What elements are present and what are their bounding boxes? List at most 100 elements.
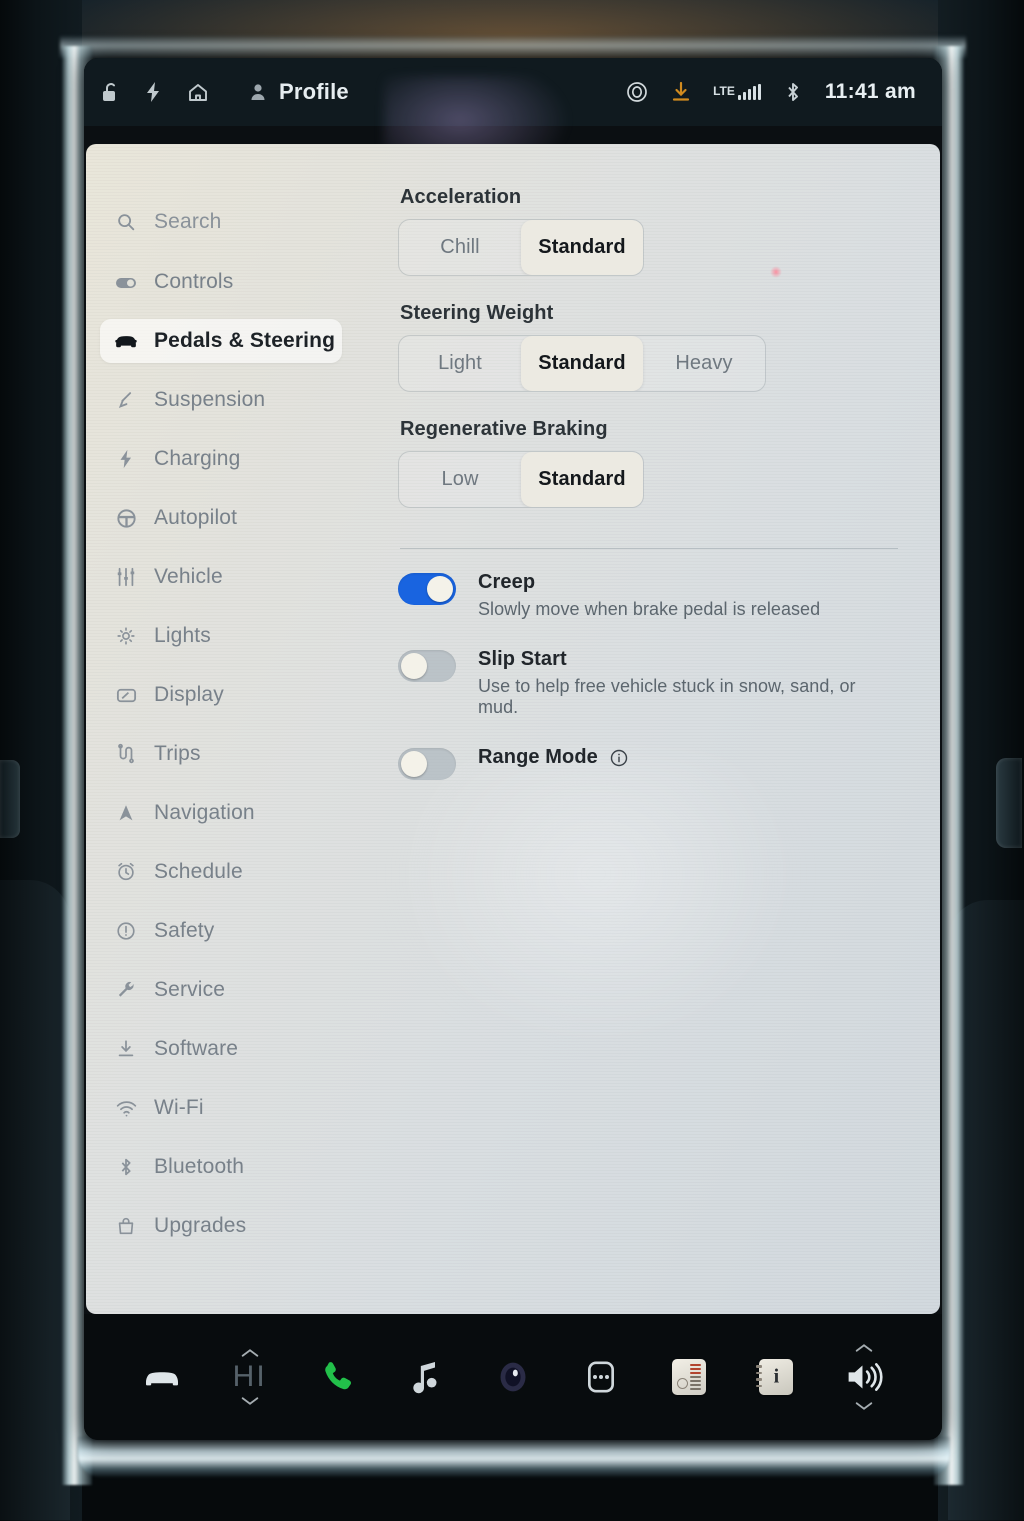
sidebar-label-charging: Charging	[154, 447, 241, 470]
lock-open-icon[interactable]	[98, 80, 122, 104]
status-bar: Profile LTE 11:41 am	[84, 58, 942, 186]
info-card-icon: i	[756, 1359, 794, 1395]
door-button-left	[0, 760, 20, 838]
bluetooth-icon[interactable]	[781, 80, 805, 104]
taskbar-phone-button[interactable]	[294, 1357, 382, 1397]
sidebar-item-display[interactable]: Display	[100, 673, 342, 717]
profile-button[interactable]: Profile	[246, 79, 349, 105]
steering-weight-option-heavy[interactable]: Heavy	[643, 336, 765, 391]
regenerative-braking-option-low[interactable]: Low	[399, 452, 521, 507]
sidebar-label-trips: Trips	[154, 742, 201, 765]
wifi-icon	[114, 1096, 138, 1120]
phone-icon	[325, 1362, 352, 1390]
section-divider	[400, 548, 898, 549]
range-mode-title: Range Mode	[478, 746, 598, 768]
sidebar-item-autopilot[interactable]: Autopilot	[100, 496, 342, 540]
sidebar-item-lights[interactable]: Lights	[100, 614, 342, 658]
driver-temperature-label: HI	[232, 1360, 267, 1393]
exclamation-circle-icon	[114, 919, 138, 943]
range-mode-toggle[interactable]	[398, 748, 456, 780]
download-arrow-icon[interactable]	[669, 80, 693, 104]
regenerative-braking-segmented-control[interactable]: Low Standard	[398, 451, 644, 508]
slip-start-subtitle: Use to help free vehicle stuck in snow, …	[478, 676, 856, 717]
sidebar-item-service[interactable]: Service	[100, 968, 342, 1012]
group-label-acceleration: Acceleration	[400, 186, 522, 208]
steering-weight-option-light[interactable]: Light	[399, 336, 521, 391]
chevron-up-icon[interactable]	[239, 1347, 261, 1359]
steering-wheel-icon	[114, 506, 138, 530]
acceleration-option-chill[interactable]: Chill	[399, 220, 521, 275]
sidebar-label-schedule: Schedule	[154, 860, 243, 883]
sidebar-item-search[interactable]: Search	[100, 200, 342, 244]
alarm-clock-icon	[114, 860, 138, 884]
sidebar-item-wifi[interactable]: Wi-Fi	[100, 1086, 342, 1130]
tesla-touchscreen: Profile LTE 11:41 am Search Controls Ped…	[84, 58, 942, 1440]
regenerative-braking-option-standard[interactable]: Standard	[521, 452, 643, 507]
sidebar-label-search: Search	[154, 210, 222, 233]
taskbar-car-button[interactable]	[118, 1357, 206, 1397]
sidebar-item-upgrades[interactable]: Upgrades	[100, 1204, 342, 1248]
sidebar-item-software[interactable]: Software	[100, 1027, 342, 1071]
sidebar-label-service: Service	[154, 978, 226, 1001]
sliders-icon	[114, 565, 138, 589]
seat-left	[0, 880, 70, 1520]
door-button-right	[996, 758, 1022, 848]
settings-panel: Search Controls Pedals & Steering Suspen…	[86, 144, 940, 1314]
sidebar-label-bluetooth: Bluetooth	[154, 1155, 245, 1178]
creep-toggle[interactable]	[398, 573, 456, 605]
taskbar-apps-button[interactable]	[557, 1357, 645, 1397]
settings-content: Acceleration Chill Standard Steering Wei…	[356, 144, 940, 1314]
sidebar-label-software: Software	[154, 1037, 239, 1060]
acceleration-option-standard[interactable]: Standard	[521, 220, 643, 275]
acceleration-segmented-control[interactable]: Chill Standard	[398, 219, 644, 276]
chevron-down-icon[interactable]	[853, 1400, 875, 1412]
signal-bars	[737, 84, 761, 100]
slip-start-title: Slip Start	[478, 648, 567, 670]
chevron-up-icon[interactable]	[853, 1342, 875, 1354]
sidebar-item-navigation[interactable]: Navigation	[100, 791, 342, 835]
route-icon	[114, 742, 138, 766]
steering-weight-option-standard[interactable]: Standard	[521, 336, 643, 391]
taskbar-volume-control[interactable]	[820, 1342, 908, 1412]
sidebar-item-safety[interactable]: Safety	[100, 909, 342, 953]
sidebar-item-charging[interactable]: Charging	[100, 437, 342, 481]
car-interior-photo: Profile LTE 11:41 am Search Controls Ped…	[0, 0, 1024, 1521]
home-icon[interactable]	[186, 80, 210, 104]
taskbar-climate-left[interactable]: HI	[206, 1347, 294, 1407]
slip-start-toggle[interactable]	[398, 650, 456, 682]
toggle-row-slip-start: Slip Start Use to help free vehicle stuc…	[398, 648, 900, 718]
bottom-taskbar: HI i	[84, 1314, 942, 1440]
sidebar-item-vehicle[interactable]: Vehicle	[100, 555, 342, 599]
dashcam-circle-icon[interactable]	[625, 80, 649, 104]
network-type-label: LTE	[713, 84, 735, 98]
more-dots-icon	[587, 1361, 614, 1393]
shock-absorber-icon	[114, 388, 138, 412]
lightning-bolt-icon	[114, 447, 138, 471]
group-label-regenerative-braking: Regenerative Braking	[400, 418, 608, 440]
sidebar-item-bluetooth[interactable]: Bluetooth	[100, 1145, 342, 1189]
camera-icon	[500, 1362, 526, 1392]
creep-toggle-knob	[427, 576, 453, 602]
lightning-bolt-icon[interactable]	[142, 80, 166, 104]
taskbar-info-card-button[interactable]: i	[732, 1359, 820, 1395]
sidebar-item-schedule[interactable]: Schedule	[100, 850, 342, 894]
download-icon	[114, 1037, 138, 1061]
sidebar-item-trips[interactable]: Trips	[100, 732, 342, 776]
navigation-arrow-icon	[114, 801, 138, 825]
sidebar-label-suspension: Suspension	[154, 388, 266, 411]
bluetooth-icon	[114, 1155, 138, 1179]
sidebar-item-pedals-and-steering[interactable]: Pedals & Steering	[100, 319, 342, 363]
info-icon[interactable]	[609, 748, 629, 768]
sidebar-item-controls[interactable]: Controls	[100, 260, 342, 304]
taskbar-camera-button[interactable]	[469, 1357, 557, 1397]
range-mode-toggle-knob	[401, 751, 427, 777]
sidebar-item-suspension[interactable]: Suspension	[100, 378, 342, 422]
sidebar-label-navigation: Navigation	[154, 801, 255, 824]
steering-weight-segmented-control[interactable]: Light Standard Heavy	[398, 335, 766, 392]
toggle-row-range-mode: Range Mode	[398, 746, 900, 780]
chevron-down-icon[interactable]	[239, 1395, 261, 1407]
taskbar-climate-card-button[interactable]	[645, 1359, 733, 1395]
profile-label: Profile	[279, 79, 349, 104]
taskbar-media-button[interactable]	[381, 1357, 469, 1397]
car-front-icon	[114, 329, 138, 353]
